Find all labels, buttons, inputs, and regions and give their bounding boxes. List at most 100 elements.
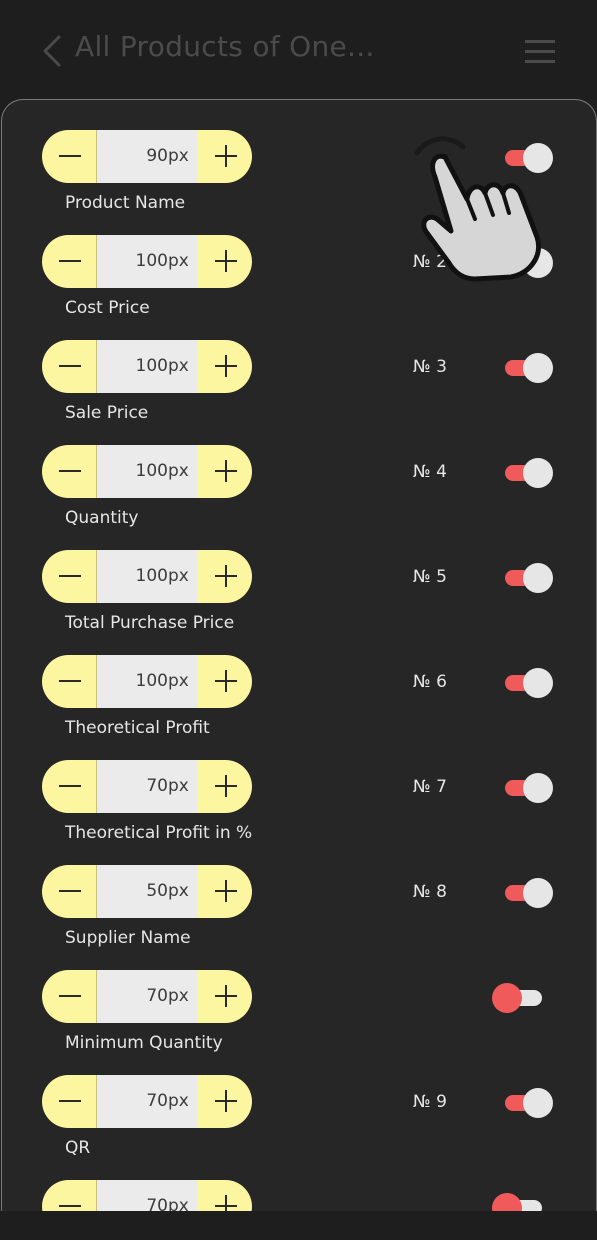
increase-button[interactable] — [198, 340, 252, 393]
stepper-value-field[interactable]: 100 px — [96, 655, 198, 708]
width-value: 100 — [135, 251, 168, 271]
decrease-button[interactable] — [42, 865, 96, 918]
decrease-button[interactable] — [42, 340, 96, 393]
visibility-toggle[interactable] — [501, 458, 553, 488]
width-stepper: 50 px — [42, 865, 252, 918]
toggle-knob — [523, 1088, 553, 1118]
visibility-toggle[interactable] — [501, 563, 553, 593]
visibility-toggle[interactable] — [501, 773, 553, 803]
width-unit: px — [168, 356, 189, 376]
width-stepper: 70 px — [42, 1180, 252, 1212]
column-label: QR — [65, 1138, 91, 1158]
stepper-value-field[interactable]: 70 px — [96, 1075, 198, 1128]
column-setting-row: 100 px Total Purchase Price № 5 — [2, 550, 596, 655]
width-value: 100 — [135, 461, 168, 481]
toggle-knob — [523, 353, 553, 383]
column-label: Theoretical Profit — [65, 718, 210, 738]
stepper-value-field[interactable]: 100 px — [96, 235, 198, 288]
decrease-button[interactable] — [42, 1180, 96, 1212]
width-value: 100 — [135, 671, 168, 691]
column-label: Cost Price — [65, 298, 150, 318]
stepper-value-field[interactable]: 100 px — [96, 340, 198, 393]
width-unit: px — [168, 671, 189, 691]
page-title: All Products of One... — [75, 30, 375, 63]
visibility-toggle[interactable] — [501, 878, 553, 908]
width-unit: px — [168, 986, 189, 1006]
visibility-toggle[interactable] — [501, 353, 553, 383]
width-unit: px — [168, 1091, 189, 1111]
stepper-value-field[interactable]: 100 px — [96, 550, 198, 603]
width-value: 70 — [146, 1196, 168, 1212]
increase-button[interactable] — [198, 970, 252, 1023]
width-stepper: 70 px — [42, 1075, 252, 1128]
increase-button[interactable] — [198, 760, 252, 813]
decrease-button[interactable] — [42, 655, 96, 708]
decrease-button[interactable] — [42, 550, 96, 603]
width-value: 100 — [135, 566, 168, 586]
column-setting-row: 70 px Minimum Quantity — [2, 970, 596, 1075]
column-order-number: № 6 — [413, 672, 447, 692]
width-unit: px — [168, 251, 189, 271]
increase-button[interactable] — [198, 1180, 252, 1212]
stepper-value-field[interactable]: 100 px — [96, 445, 198, 498]
width-value: 70 — [146, 1091, 168, 1111]
width-stepper: 70 px — [42, 970, 252, 1023]
bottom-fade — [0, 1211, 597, 1240]
column-label: Sale Price — [65, 403, 149, 423]
hamburger-menu-icon[interactable] — [523, 37, 557, 65]
increase-button[interactable] — [198, 550, 252, 603]
stepper-value-field[interactable]: 70 px — [96, 760, 198, 813]
column-label: Theoretical Profit in % — [65, 823, 253, 843]
visibility-toggle[interactable] — [492, 983, 544, 1013]
column-label: Minimum Quantity — [65, 1033, 223, 1053]
toggle-knob — [492, 983, 522, 1013]
width-value: 70 — [146, 986, 168, 1006]
stepper-value-field[interactable]: 70 px — [96, 1180, 198, 1212]
toggle-knob — [523, 878, 553, 908]
decrease-button[interactable] — [42, 760, 96, 813]
visibility-toggle[interactable] — [501, 668, 553, 698]
decrease-button[interactable] — [42, 1075, 96, 1128]
width-unit: px — [168, 881, 189, 901]
width-stepper: 100 px — [42, 235, 252, 288]
column-setting-row: 70 px — [2, 1180, 596, 1212]
visibility-toggle[interactable] — [492, 1193, 544, 1212]
toggle-knob — [523, 563, 553, 593]
width-unit: px — [168, 146, 189, 166]
column-order-number: № 9 — [413, 1092, 447, 1112]
increase-button[interactable] — [198, 865, 252, 918]
column-setting-row: 100 px Sale Price № 3 — [2, 340, 596, 445]
decrease-button[interactable] — [42, 445, 96, 498]
width-value: 50 — [146, 881, 168, 901]
width-unit: px — [168, 776, 189, 796]
tap-hand-icon — [414, 136, 541, 282]
increase-button[interactable] — [198, 445, 252, 498]
column-order-number: № 8 — [413, 882, 447, 902]
stepper-value-field[interactable]: 90 px — [96, 130, 198, 183]
column-setting-row: 70 px QR № 9 — [2, 1075, 596, 1180]
increase-button[interactable] — [198, 235, 252, 288]
chevron-left-icon[interactable] — [40, 34, 70, 68]
increase-button[interactable] — [198, 1075, 252, 1128]
visibility-toggle[interactable] — [501, 1088, 553, 1118]
column-order-number: № 3 — [413, 357, 447, 377]
increase-button[interactable] — [198, 655, 252, 708]
column-order-number: № 7 — [413, 777, 447, 797]
width-unit: px — [168, 461, 189, 481]
column-order-number: № 5 — [413, 567, 447, 587]
column-setting-row: 50 px Supplier Name № 8 — [2, 865, 596, 970]
decrease-button[interactable] — [42, 970, 96, 1023]
column-label: Product Name — [65, 193, 186, 213]
decrease-button[interactable] — [42, 130, 96, 183]
decrease-button[interactable] — [42, 235, 96, 288]
column-order-number: № 4 — [413, 462, 447, 482]
width-unit: px — [168, 1196, 189, 1212]
stepper-value-field[interactable]: 50 px — [96, 865, 198, 918]
width-value: 70 — [146, 776, 168, 796]
width-stepper: 70 px — [42, 760, 252, 813]
column-setting-row: 70 px Theoretical Profit in % № 7 — [2, 760, 596, 865]
stepper-value-field[interactable]: 70 px — [96, 970, 198, 1023]
increase-button[interactable] — [198, 130, 252, 183]
width-stepper: 90 px — [42, 130, 252, 183]
column-setting-row: 100 px Quantity № 4 — [2, 445, 596, 550]
